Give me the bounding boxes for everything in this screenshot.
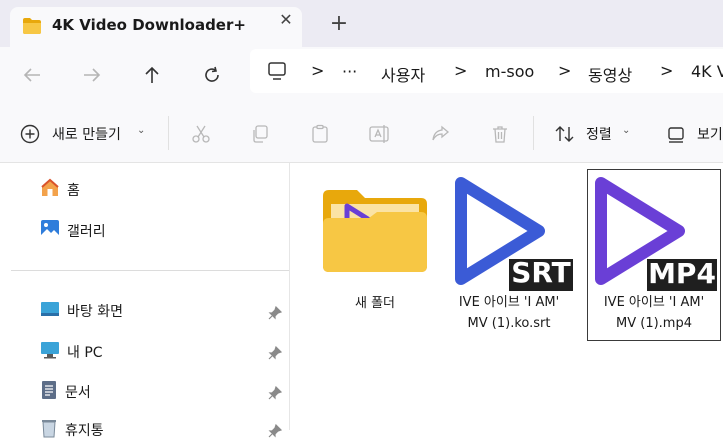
plus-circle-icon[interactable] xyxy=(19,123,41,145)
sidebar-item-this-pc[interactable]: 내 PC xyxy=(40,340,103,364)
sidebar-item-label: 내 PC xyxy=(67,345,103,361)
video-folder-icon xyxy=(321,186,429,278)
desktop-icon xyxy=(40,300,60,322)
breadcrumb-4k-video[interactable]: 4K V xyxy=(691,62,723,81)
tab-title: 4K Video Downloader+ xyxy=(52,16,246,34)
view-icon[interactable] xyxy=(665,123,687,145)
breadcrumb-m-soo[interactable]: m-soo xyxy=(485,62,534,81)
file-name: IVE 아이브 'I AM' xyxy=(603,295,705,310)
file-item-new-folder[interactable]: 새 폴더 xyxy=(309,169,441,339)
sidebar-item-home[interactable]: 홈 xyxy=(40,178,80,202)
sidebar-item-gallery[interactable]: 갤러리 xyxy=(40,219,106,243)
chevron-down-icon[interactable]: ⌄ xyxy=(622,125,630,136)
new-button[interactable]: 새로 만들기 xyxy=(52,124,121,144)
sidebar-item-recycle-bin[interactable]: 휴지통 xyxy=(40,418,104,442)
delete-icon[interactable] xyxy=(489,123,511,145)
sidebar-item-label: 문서 xyxy=(65,385,91,401)
breadcrumb-overflow[interactable]: ··· xyxy=(342,62,357,81)
pin-icon[interactable] xyxy=(268,345,283,360)
share-icon[interactable] xyxy=(429,123,451,145)
paste-icon[interactable] xyxy=(309,123,331,145)
sidebar-item-label: 바탕 화면 xyxy=(67,304,123,320)
close-tab-icon[interactable]: ✕ xyxy=(274,10,298,29)
sidebar-item-documents[interactable]: 문서 xyxy=(40,380,91,404)
srt-badge: SRT xyxy=(511,256,571,289)
breadcrumb-separator: > xyxy=(454,61,468,80)
sort-button[interactable]: 정렬 xyxy=(586,124,612,144)
tab-4k-video-downloader[interactable]: 4K Video Downloader+ ✕ xyxy=(10,7,302,47)
breadcrumb-videos[interactable]: 동영상 xyxy=(588,62,632,86)
recycle-bin-icon xyxy=(40,418,58,442)
gallery-icon xyxy=(40,219,60,243)
file-item-mp4[interactable]: MP4 IVE 아이브 'I AM' MV (1).mp4 xyxy=(587,169,721,341)
sidebar-item-label: 휴지통 xyxy=(65,423,104,439)
view-button[interactable]: 보기 xyxy=(697,124,723,144)
refresh-icon[interactable] xyxy=(198,61,226,89)
computer-icon xyxy=(267,62,287,84)
pc-icon xyxy=(40,341,60,363)
rename-icon[interactable] xyxy=(369,123,391,145)
breadcrumb-separator: > xyxy=(660,61,674,80)
file-item-srt[interactable]: SRT IVE 아이브 'I AM' MV (1).ko.srt xyxy=(443,169,575,339)
cut-icon[interactable] xyxy=(190,123,212,145)
sidebar-divider xyxy=(11,270,289,271)
folder-icon xyxy=(22,17,42,39)
divider xyxy=(168,116,169,150)
file-name: IVE 아이브 'I AM' xyxy=(458,295,560,310)
address-bar[interactable]: > ··· 사용자 > m-soo > 동영상 > 4K V xyxy=(250,49,723,93)
file-name: 새 폴더 xyxy=(354,296,395,311)
back-arrow-icon[interactable] xyxy=(18,61,46,89)
file-name-line2: MV (1).mp4 xyxy=(616,316,692,331)
sort-icon[interactable] xyxy=(554,123,576,145)
new-tab-button[interactable]: + xyxy=(326,11,352,37)
copy-icon[interactable] xyxy=(249,123,271,145)
sidebar-item-label: 갤러리 xyxy=(67,224,106,240)
breadcrumb-separator: > xyxy=(558,61,572,80)
sidebar-item-label: 홈 xyxy=(67,183,80,199)
pin-icon[interactable] xyxy=(268,305,283,320)
pin-icon[interactable] xyxy=(268,385,283,400)
divider xyxy=(533,116,534,150)
sidebar-item-desktop[interactable]: 바탕 화면 xyxy=(40,299,123,323)
mp4-badge: MP4 xyxy=(648,257,716,290)
breadcrumb-separator: > xyxy=(311,61,325,80)
home-icon xyxy=(40,178,60,202)
chevron-down-icon[interactable]: ⌄ xyxy=(137,125,145,136)
file-name-line2: MV (1).ko.srt xyxy=(467,316,551,331)
command-bar: 새로 만들기 ⌄ 정렬 ⌄ 보기 xyxy=(0,104,723,163)
pin-icon[interactable] xyxy=(268,423,283,438)
forward-arrow-icon[interactable] xyxy=(78,61,106,89)
document-icon xyxy=(40,380,58,404)
up-arrow-icon[interactable] xyxy=(138,61,166,89)
breadcrumb-users[interactable]: 사용자 xyxy=(381,62,425,86)
